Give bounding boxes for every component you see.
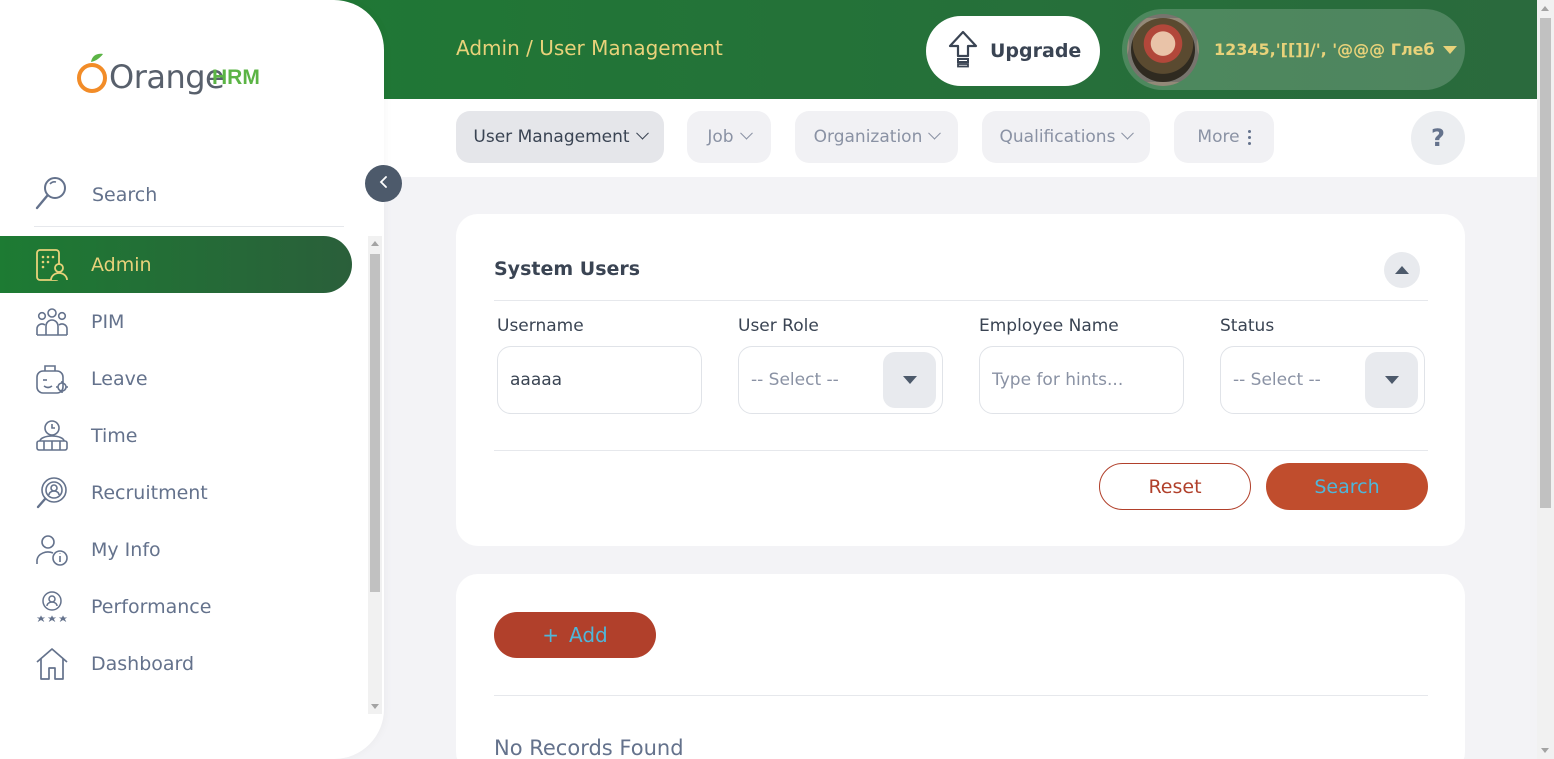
collapse-filter-button[interactable] — [1384, 252, 1420, 288]
logo-text: Orange — [109, 58, 225, 96]
sidebar-scroll-thumb[interactable] — [370, 254, 380, 592]
tab-label: Job — [707, 127, 734, 147]
sidebar-item-leave[interactable]: Leave — [0, 350, 360, 407]
sidebar-collapse-button[interactable] — [365, 165, 402, 202]
tab-label: Organization — [813, 127, 923, 147]
top-nav: User Management Job Organization Qualifi… — [384, 99, 1537, 177]
status-label: Status — [1220, 316, 1275, 336]
sidebar-item-performance[interactable]: Performance — [0, 578, 360, 635]
more-vertical-icon — [1247, 129, 1251, 145]
sidebar-item-recruitment[interactable]: Recruitment — [0, 464, 360, 521]
user-role-select[interactable]: -- Select -- — [738, 346, 943, 414]
sidebar-item-my-info[interactable]: My Info — [0, 521, 360, 578]
divider — [494, 450, 1428, 451]
status-dropdown-toggle[interactable] — [1365, 352, 1418, 408]
caret-up-icon — [1395, 266, 1409, 274]
user-name: 12345,'[[]]/', '@@@ Глеб — [1214, 40, 1435, 59]
logo-text-accent: HRM — [212, 66, 260, 89]
sidebar-item-label: Recruitment — [91, 481, 208, 504]
sidebar-item-label: Leave — [91, 367, 148, 390]
scroll-down-arrow-icon[interactable] — [1541, 748, 1549, 753]
caret-down-icon — [902, 376, 917, 384]
chevron-down-icon — [928, 126, 942, 140]
tab-qualifications[interactable]: Qualifications — [982, 111, 1150, 163]
admin-icon — [34, 247, 70, 283]
time-icon — [34, 418, 70, 454]
card-title: System Users — [494, 258, 641, 280]
tab-label: User Management — [473, 127, 630, 147]
help-button[interactable]: ? — [1411, 111, 1465, 165]
sidebar: Orange HRM Search Admin PIM Leave Time R… — [0, 0, 384, 759]
upgrade-arrow-icon — [948, 30, 978, 72]
pim-icon — [34, 304, 70, 340]
sidebar-search-label: Search — [92, 184, 158, 206]
sidebar-item-label: Performance — [91, 595, 212, 618]
sidebar-item-label: Admin — [91, 253, 152, 276]
page-title: Admin / User Management — [456, 36, 723, 60]
no-records-text: No Records Found — [494, 736, 684, 759]
caret-down-icon — [1384, 376, 1399, 384]
sidebar-item-label: My Info — [91, 538, 161, 561]
divider — [494, 695, 1428, 696]
leave-icon — [34, 361, 70, 397]
sidebar-menu: Admin PIM Leave Time Recruitment My Info… — [0, 236, 360, 692]
my-info-icon — [34, 532, 70, 568]
sidebar-item-admin[interactable]: Admin — [0, 236, 352, 293]
page-scrollbar[interactable] — [1537, 0, 1554, 759]
sidebar-search[interactable]: Search — [34, 164, 344, 227]
tab-organization[interactable]: Organization — [795, 111, 958, 163]
sidebar-item-label: PIM — [91, 310, 125, 333]
records-card: + Add No Records Found — [456, 574, 1465, 759]
employee-name-label: Employee Name — [979, 316, 1119, 336]
username-input[interactable] — [497, 346, 702, 414]
tab-label: Qualifications — [999, 127, 1116, 147]
chevron-down-icon — [739, 126, 753, 140]
sidebar-item-dashboard[interactable]: Dashboard — [0, 635, 360, 692]
user-role-dropdown-toggle[interactable] — [883, 352, 936, 408]
user-role-label: User Role — [738, 316, 819, 336]
chevron-down-icon — [1121, 126, 1135, 140]
tab-job[interactable]: Job — [687, 111, 771, 163]
scroll-up-arrow-icon[interactable] — [1541, 6, 1549, 11]
username-label: Username — [497, 316, 584, 336]
performance-icon — [34, 589, 70, 625]
sidebar-item-label: Time — [91, 424, 138, 447]
system-users-filter-card: System Users Username User Role -- Selec… — [456, 214, 1465, 546]
upgrade-label: Upgrade — [990, 40, 1082, 62]
add-label: Add — [569, 623, 608, 647]
scroll-up-arrow-icon[interactable] — [371, 241, 379, 246]
tab-label: More — [1197, 127, 1240, 147]
reset-button[interactable]: Reset — [1099, 463, 1251, 510]
sidebar-item-pim[interactable]: PIM — [0, 293, 360, 350]
status-select[interactable]: -- Select -- — [1220, 346, 1425, 414]
status-value: -- Select -- — [1233, 370, 1321, 390]
tab-user-management[interactable]: User Management — [456, 111, 664, 163]
chevron-down-icon — [635, 126, 649, 140]
orangehrm-logo: Orange HRM — [76, 50, 260, 98]
avatar — [1127, 13, 1199, 86]
dashboard-icon — [34, 646, 70, 682]
search-icon — [34, 175, 70, 215]
user-role-value: -- Select -- — [751, 370, 839, 390]
employee-name-input[interactable] — [979, 346, 1184, 414]
upgrade-button[interactable]: Upgrade — [926, 16, 1100, 86]
chevron-left-icon — [378, 174, 390, 193]
page-scroll-thumb[interactable] — [1540, 18, 1551, 508]
sidebar-scrollbar[interactable] — [368, 236, 382, 714]
sidebar-item-time[interactable]: Time — [0, 407, 360, 464]
divider — [494, 300, 1428, 301]
recruitment-icon — [34, 475, 70, 511]
caret-down-icon — [1442, 45, 1457, 54]
tab-more[interactable]: More — [1174, 111, 1274, 163]
plus-icon: + — [542, 623, 560, 647]
add-user-button[interactable]: + Add — [494, 612, 656, 658]
scroll-down-arrow-icon[interactable] — [371, 704, 379, 709]
user-dropdown[interactable]: 12345,'[[]]/', '@@@ Глеб — [1122, 9, 1465, 90]
sidebar-item-label: Dashboard — [91, 652, 195, 675]
search-button[interactable]: Search — [1266, 463, 1428, 510]
